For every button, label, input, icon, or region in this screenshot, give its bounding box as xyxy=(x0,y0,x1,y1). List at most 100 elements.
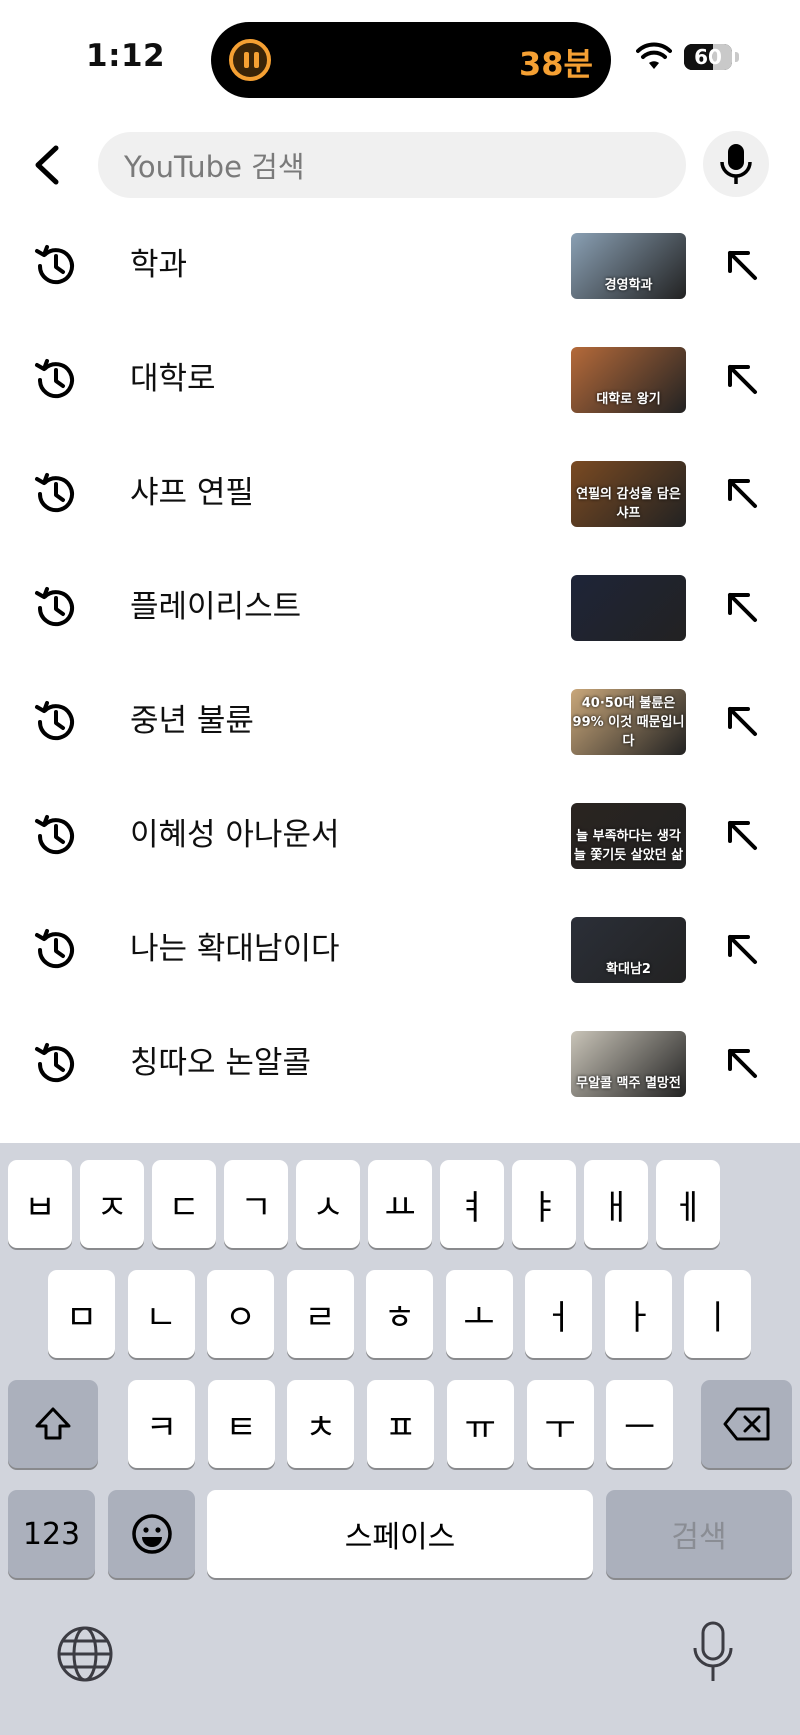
history-label: 플레이리스트 xyxy=(130,589,302,625)
backspace-key[interactable] xyxy=(701,1380,792,1468)
microphone-icon xyxy=(720,144,752,184)
history-item[interactable]: 칭따오 논알콜 무알콜 맥주 멸망전 xyxy=(0,1006,800,1120)
history-label: 중년 불륜 xyxy=(130,703,254,739)
history-label: 학과 xyxy=(130,247,188,283)
key-label: ㅊ xyxy=(305,1407,337,1448)
numbers-key[interactable]: 123 xyxy=(8,1490,95,1578)
space-key[interactable]: 스페이스 xyxy=(207,1490,593,1578)
history-item[interactable]: 샤프 연필 연필의 감성을 담은 샤프 xyxy=(0,436,800,550)
key-row2-6[interactable]: ㅓ xyxy=(525,1270,592,1358)
key-label: ㅑ xyxy=(528,1187,560,1228)
emoji-icon xyxy=(131,1514,172,1554)
search-key[interactable]: 검색 xyxy=(606,1490,792,1578)
key-row1-0[interactable]: ㅂ xyxy=(8,1160,72,1248)
history-item[interactable]: 이혜성 아나운서 늘 부족하다는 생각 늘 쫓기듯 살았던 삶 xyxy=(0,778,800,892)
key-label: ㅕ xyxy=(456,1187,488,1228)
key-row3-0[interactable]: ㅋ xyxy=(128,1380,195,1468)
history-item[interactable]: 플레이리스트 xyxy=(0,550,800,664)
key-row1-8[interactable]: ㅐ xyxy=(584,1160,648,1248)
video-thumbnail: 40·50대 불륜은 99% 이것 때문입니다 xyxy=(571,689,686,755)
search-history-list: 학과 경영학과 대학로 대학로 왕기 샤프 연필 연필의 감성을 담은 샤프 플… xyxy=(0,208,800,1120)
key-row2-2[interactable]: ㅇ xyxy=(207,1270,274,1358)
history-item[interactable]: 대학로 대학로 왕기 xyxy=(0,322,800,436)
thumbnail-caption: 40·50대 불륜은 99% 이것 때문입니다 xyxy=(572,696,685,749)
key-row1-3[interactable]: ㄱ xyxy=(224,1160,288,1248)
history-icon xyxy=(35,815,74,855)
key-row3-1[interactable]: ㅌ xyxy=(207,1380,275,1468)
video-thumbnail: 대학로 왕기 xyxy=(571,347,686,413)
history-icon xyxy=(35,929,74,969)
history-label: 나는 확대남이다 xyxy=(130,931,340,967)
search-key-label: 검색 xyxy=(671,1520,727,1555)
fill-query-arrow-icon[interactable] xyxy=(722,1043,762,1083)
key-label: ㄱ xyxy=(240,1187,272,1228)
history-icon xyxy=(35,245,74,285)
backspace-icon xyxy=(723,1407,769,1441)
video-thumbnail: 경영학과 xyxy=(571,233,686,299)
battery-cap xyxy=(735,52,739,62)
thumbnail-caption: 경영학과 xyxy=(604,278,653,293)
dictation-mic-icon[interactable] xyxy=(690,1620,736,1684)
key-label: ㅐ xyxy=(600,1187,632,1228)
wifi-icon xyxy=(636,42,672,69)
video-thumbnail: 무알콜 맥주 멸망전 xyxy=(571,1031,686,1097)
key-label: ㅛ xyxy=(384,1187,416,1228)
key-row1-2[interactable]: ㄷ xyxy=(152,1160,216,1248)
key-row3-5[interactable]: ㅜ xyxy=(526,1380,594,1468)
key-row2-5[interactable]: ㅗ xyxy=(445,1270,513,1358)
dynamic-island[interactable]: 38분 xyxy=(211,22,611,98)
shift-icon xyxy=(35,1407,71,1440)
key-row3-3[interactable]: ㅍ xyxy=(367,1380,435,1468)
key-label: ㅣ xyxy=(701,1297,734,1338)
fill-query-arrow-icon[interactable] xyxy=(722,815,762,855)
key-row2-0[interactable]: ㅁ xyxy=(48,1270,115,1358)
shift-key[interactable] xyxy=(8,1380,98,1468)
key-row2-7[interactable]: ㅏ xyxy=(604,1270,672,1358)
key-label: ㅁ xyxy=(65,1297,98,1338)
key-label: ㅓ xyxy=(542,1297,575,1338)
fill-query-arrow-icon[interactable] xyxy=(722,587,762,627)
back-button[interactable] xyxy=(24,140,70,190)
history-icon xyxy=(35,701,74,741)
key-row2-1[interactable]: ㄴ xyxy=(127,1270,195,1358)
emoji-key[interactable] xyxy=(108,1490,195,1578)
pause-icon[interactable] xyxy=(229,39,271,81)
key-row1-1[interactable]: ㅈ xyxy=(80,1160,144,1248)
fill-query-arrow-icon[interactable] xyxy=(722,473,762,513)
key-row3-6[interactable]: ㅡ xyxy=(606,1380,674,1468)
key-label: ㅅ xyxy=(312,1187,344,1228)
key-row1-4[interactable]: ㅅ xyxy=(296,1160,360,1248)
key-row1-7[interactable]: ㅑ xyxy=(512,1160,576,1248)
video-thumbnail xyxy=(571,575,686,641)
history-item[interactable]: 중년 불륜 40·50대 불륜은 99% 이것 때문입니다 xyxy=(0,664,800,778)
history-item[interactable]: 학과 경영학과 xyxy=(0,208,800,322)
key-row2-8[interactable]: ㅣ xyxy=(684,1270,751,1358)
key-label: ㄷ xyxy=(168,1187,200,1228)
key-row1-9[interactable]: ㅔ xyxy=(656,1160,720,1248)
key-row3-4[interactable]: ㅠ xyxy=(446,1380,514,1468)
fill-query-arrow-icon[interactable] xyxy=(722,929,762,969)
search-input[interactable]: YouTube 검색 xyxy=(98,132,686,198)
fill-query-arrow-icon[interactable] xyxy=(722,359,762,399)
key-label: ㄴ xyxy=(145,1297,177,1338)
globe-icon[interactable] xyxy=(56,1625,114,1683)
island-timer: 38분 xyxy=(519,45,593,83)
key-label: ㅗ xyxy=(463,1297,495,1338)
video-thumbnail: 늘 부족하다는 생각 늘 쫓기듯 살았던 삶 xyxy=(571,803,686,869)
fill-query-arrow-icon[interactable] xyxy=(722,245,762,285)
voice-search-button[interactable] xyxy=(703,131,769,197)
history-icon xyxy=(35,587,74,627)
key-row3-2[interactable]: ㅊ xyxy=(287,1380,355,1468)
key-label: ㄹ xyxy=(304,1297,336,1338)
history-item[interactable]: 나는 확대남이다 확대남2 xyxy=(0,892,800,1006)
space-key-label: 스페이스 xyxy=(344,1520,456,1555)
key-row1-5[interactable]: ㅛ xyxy=(368,1160,432,1248)
fill-query-arrow-icon[interactable] xyxy=(722,701,762,741)
key-label: ㅈ xyxy=(96,1187,128,1228)
history-label: 대학로 xyxy=(130,361,216,397)
key-row2-4[interactable]: ㅎ xyxy=(366,1270,433,1358)
thumbnail-caption: 늘 부족하다는 생각 늘 쫓기듯 살았던 삶 xyxy=(573,829,684,863)
key-row1-6[interactable]: ㅕ xyxy=(440,1160,504,1248)
key-row2-3[interactable]: ㄹ xyxy=(286,1270,354,1358)
key-label: ㅂ xyxy=(24,1187,56,1228)
